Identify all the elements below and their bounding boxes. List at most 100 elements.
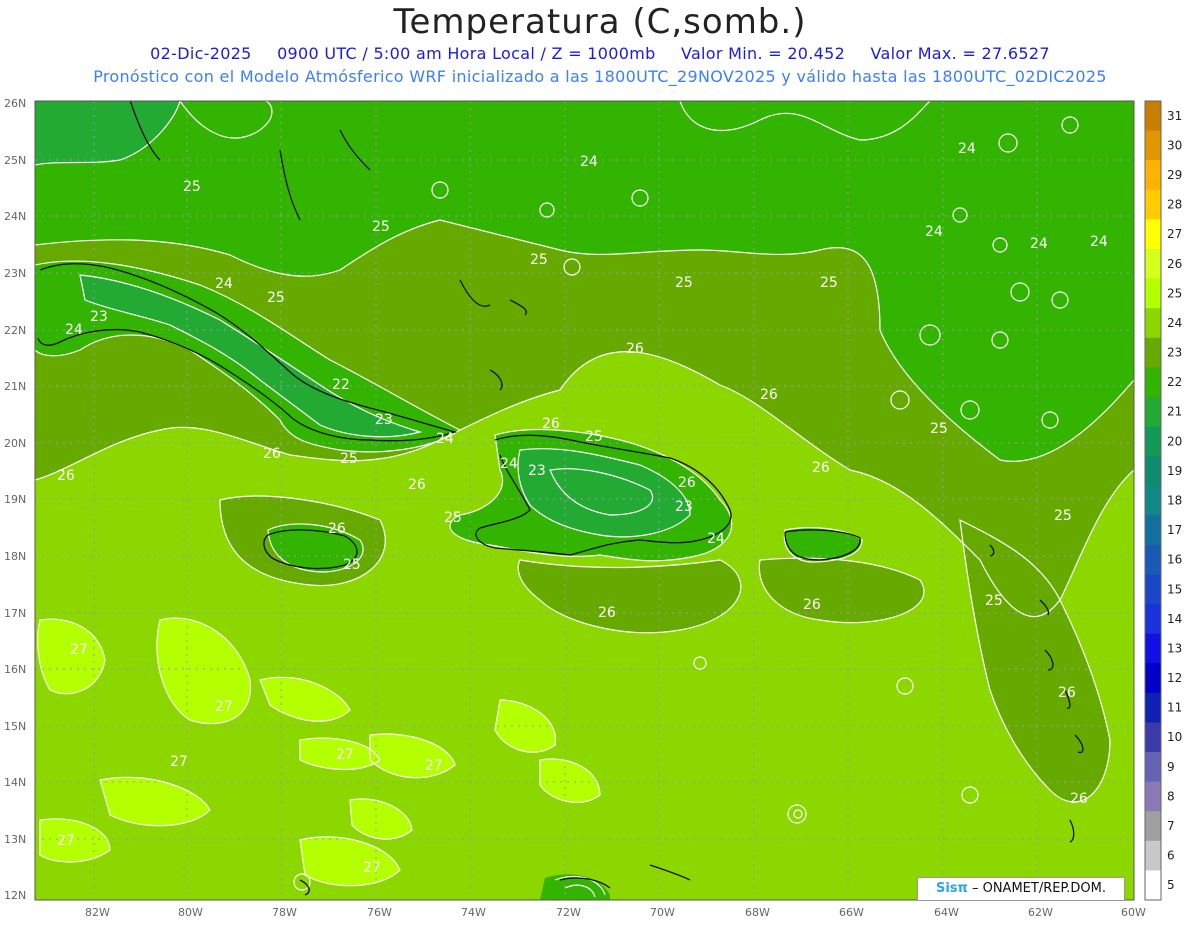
contour-label: 26: [598, 605, 616, 621]
credit-box: Sisπ – ONAMET/REP.DOM.: [917, 877, 1125, 901]
colorbar-label: 27: [1167, 227, 1182, 241]
colorbar-label: 12: [1167, 671, 1182, 685]
colorbar-label: 20: [1167, 434, 1182, 448]
colorbar-label: 13: [1167, 641, 1182, 655]
lat-label: 18N: [4, 550, 26, 563]
contour-label: 26: [1070, 791, 1088, 807]
contour-label: 24: [707, 531, 725, 547]
colorbar-label: 15: [1167, 582, 1182, 596]
colorbar-swatch: [1145, 248, 1161, 280]
contour-label: 27: [336, 747, 354, 763]
colorbar-swatch: [1145, 811, 1161, 842]
colorbar-swatch: [1145, 426, 1161, 457]
colorbar-label: 31: [1167, 109, 1182, 123]
lat-label: 21N: [4, 380, 26, 393]
colorbar-swatch: [1145, 396, 1161, 428]
colorbar-swatch: [1145, 515, 1161, 546]
contour-label: 25: [183, 179, 201, 195]
contour-label: 24: [580, 154, 598, 170]
forecast-map: 26N 25N 24N 23N 22N 21N 20N 19N 18N 17N …: [4, 97, 1182, 919]
colorbar-label: 19: [1167, 464, 1182, 478]
colorbar-swatch: [1145, 722, 1161, 753]
colorbar-label: 16: [1167, 553, 1182, 567]
contour-label: 26: [408, 477, 426, 493]
contour-label: 24: [1030, 236, 1048, 252]
contour-label: 26: [542, 416, 560, 432]
colorbar-label: 30: [1167, 138, 1182, 152]
lon-label: 78W: [272, 906, 297, 919]
lon-label: 80W: [178, 906, 203, 919]
contour-label: 24: [1090, 234, 1108, 250]
lat-label: 20N: [4, 437, 26, 450]
lat-axis: 26N 25N 24N 23N 22N 21N 20N 19N 18N 17N …: [4, 97, 26, 902]
contour-label: 26: [57, 468, 75, 484]
colorbar-swatch: [1145, 308, 1161, 339]
colorbar-swatch: [1145, 278, 1161, 309]
contour-label: 25: [444, 510, 462, 526]
contour-label: 23: [528, 463, 546, 479]
contour-label: 27: [215, 699, 233, 715]
contour-label: 25: [530, 252, 548, 268]
colorbar-swatch: [1145, 485, 1161, 516]
lat-label: 24N: [4, 210, 26, 223]
colorbar-swatch: [1145, 367, 1161, 398]
colorbar-label: 22: [1167, 375, 1182, 389]
contour-label: 26: [626, 341, 644, 357]
contour-label: 27: [70, 642, 88, 658]
colorbar-swatch: [1145, 633, 1161, 664]
colorbar-swatch: [1145, 101, 1161, 132]
colorbar-swatch: [1145, 189, 1161, 220]
colorbar-label: 17: [1167, 523, 1182, 537]
lat-label: 14N: [4, 776, 26, 789]
lat-label: 13N: [4, 833, 26, 846]
colorbar-swatch: [1145, 337, 1161, 368]
colorbar-swatch: [1145, 870, 1161, 901]
lat-label: 16N: [4, 663, 26, 676]
contour-label: 24: [500, 456, 518, 472]
lon-label: 68W: [745, 906, 770, 919]
lon-axis: 82W 80W 78W 76W 74W 72W 70W 68W 66W 64W …: [85, 906, 1146, 919]
colorbar-label: 28: [1167, 198, 1182, 212]
colorbar-label: 6: [1167, 849, 1175, 863]
lat-label: 17N: [4, 607, 26, 620]
lat-label: 19N: [4, 493, 26, 506]
lon-label: 62W: [1028, 906, 1053, 919]
contour-label: 26: [760, 387, 778, 403]
contour-label: 27: [425, 758, 443, 774]
lon-label: 74W: [461, 906, 486, 919]
info-date: 02-Dic-2025: [150, 44, 252, 63]
contour-label: 25: [585, 429, 603, 445]
lon-label: 72W: [556, 906, 581, 919]
lat-label: 26N: [4, 97, 26, 110]
colorbar-swatch: [1145, 544, 1161, 575]
contour-label: 25: [930, 421, 948, 437]
contour-label: 27: [170, 754, 188, 770]
forecast-line: Pronóstico con el Modelo Atmósferico WRF…: [93, 67, 1107, 86]
colorbar-swatch: [1145, 456, 1161, 487]
colorbar-label: 8: [1167, 789, 1175, 803]
colorbar-swatch: [1145, 663, 1161, 694]
contour-label: 24: [215, 276, 233, 292]
contour-label: 23: [675, 499, 693, 515]
colorbar-label: 29: [1167, 168, 1182, 182]
contour-label: 23: [375, 412, 393, 428]
colorbar-label: 25: [1167, 286, 1182, 300]
lat-label: 25N: [4, 154, 26, 167]
lon-label: 66W: [839, 906, 864, 919]
lat-label: 23N: [4, 267, 26, 280]
colorbar-label: 10: [1167, 730, 1182, 744]
contour-label: 26: [328, 521, 346, 537]
page-title: Temperatura (C,somb.): [393, 2, 807, 42]
info-time: 0900 UTC / 5:00 am Hora Local / Z = 1000…: [277, 44, 656, 63]
contour-label: 24: [925, 224, 943, 240]
contour-label: 24: [65, 322, 83, 338]
colorbar-swatch: [1145, 692, 1161, 723]
lat-label: 15N: [4, 720, 26, 733]
contour-label: 26: [812, 460, 830, 476]
colorbar-swatch: [1145, 604, 1161, 635]
contour-label: 25: [267, 290, 285, 306]
info-line: 02-Dic-2025 0900 UTC / 5:00 am Hora Loca…: [0, 44, 1200, 63]
colorbar-label: 14: [1167, 612, 1182, 626]
credit-text: – ONAMET/REP.DOM.: [971, 881, 1106, 896]
colorbar-label: 23: [1167, 346, 1182, 360]
